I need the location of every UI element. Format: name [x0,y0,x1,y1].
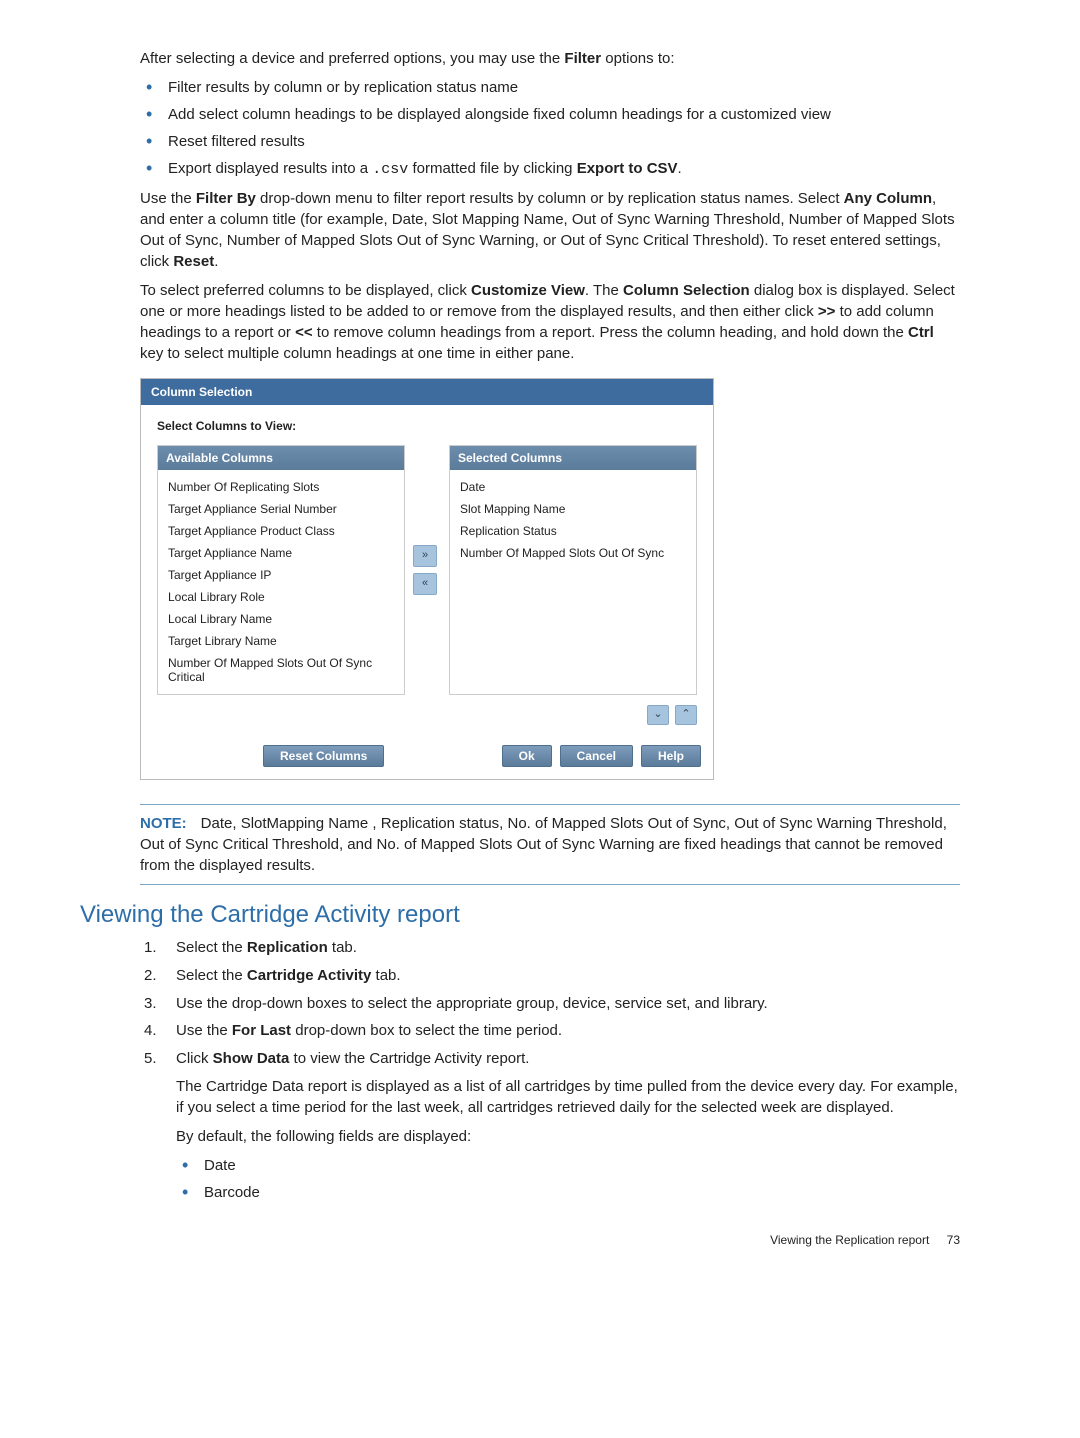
reset-columns-button[interactable]: Reset Columns [263,745,384,767]
list-item-text: Export displayed results into a [168,160,372,177]
list-item-text: formatted file by clicking [408,160,576,177]
reset-label: Reset [173,253,214,270]
available-columns-list[interactable]: Number Of Replicating Slots Target Appli… [158,470,404,694]
intro-tail: options to: [601,50,674,67]
step-description-2: By default, the following fields are dis… [176,1126,960,1147]
selected-columns-header: Selected Columns [450,446,696,470]
section-heading: Viewing the Cartridge Activity report [80,901,1000,929]
footer-text: Viewing the Replication report [770,1233,929,1247]
customize-view-label: Customize View [471,282,585,299]
show-data-label: Show Data [213,1050,290,1067]
text: drop-down menu to filter report results … [256,190,844,207]
list-item: Export displayed results into a .csv for… [140,158,960,180]
list-item-text: Barcode [204,1184,260,1201]
note-label: NOTE: [140,815,187,832]
list-item[interactable]: Date [454,476,692,498]
move-up-button[interactable]: ⌃ [675,705,697,725]
ctrl-key-label: Ctrl [908,324,934,341]
csv-code: .csv [372,161,408,178]
ok-button[interactable]: Ok [502,745,552,767]
column-selection-dialog: Column Selection Select Columns to View:… [140,378,714,780]
add-arrows-label: >> [818,303,836,320]
text: . [214,253,218,270]
text: Select the [176,939,247,956]
note-text: Date, SlotMapping Name , Replication sta… [140,815,947,874]
any-column-label: Any Column [844,190,932,207]
text: Use the [140,190,196,207]
available-columns-header: Available Columns [158,446,404,470]
move-left-button[interactable]: « [413,573,437,595]
replication-tab-label: Replication [247,939,328,956]
list-item-text: Filter results by column or by replicati… [168,79,518,96]
text: key to select multiple column headings a… [140,345,574,362]
intro-filter-word: Filter [564,50,601,67]
list-item[interactable]: Number Of Mapped Slots Out Of Sync Criti… [162,652,400,688]
text: Select the [176,967,247,984]
list-item[interactable]: Replication Status [454,520,692,542]
step-item: Use the For Last drop-down box to select… [140,1020,960,1042]
selected-columns-panel: Selected Columns Date Slot Mapping Name … [449,445,697,695]
text: drop-down box to select the time period. [291,1022,562,1039]
list-item-text: Date [204,1157,236,1174]
list-item: Filter results by column or by replicati… [140,77,960,98]
filter-by-paragraph: Use the Filter By drop-down menu to filt… [140,188,960,272]
list-item[interactable]: Target Appliance Product Class [162,520,400,542]
column-selection-label: Column Selection [623,282,750,299]
cancel-button[interactable]: Cancel [560,745,633,767]
list-item: Add select column headings to be display… [140,104,960,125]
page-footer: Viewing the Replication report 73 [80,1233,960,1247]
page-number: 73 [947,1233,960,1247]
list-item-text: . [678,160,682,177]
step-item: Select the Replication tab. [140,937,960,959]
selected-columns-list[interactable]: Date Slot Mapping Name Replication Statu… [450,470,696,570]
move-right-button[interactable]: » [413,545,437,567]
list-item-text: Reset filtered results [168,133,305,150]
customize-view-paragraph: To select preferred columns to be displa… [140,280,960,364]
default-fields-list: Date Barcode [176,1155,960,1203]
note-separator-top [140,804,960,805]
list-item[interactable]: Slot Mapping Name [454,498,692,520]
list-item[interactable]: Target Library Name [162,630,400,652]
step-item: Click Show Data to view the Cartridge Ac… [140,1048,960,1203]
step-item: Select the Cartridge Activity tab. [140,965,960,987]
text: . The [585,282,623,299]
text: Use the [176,1022,232,1039]
text: to view the Cartridge Activity report. [289,1050,529,1067]
available-columns-panel: Available Columns Number Of Replicating … [157,445,405,695]
step-description: The Cartridge Data report is displayed a… [176,1076,960,1118]
note-separator-bottom [140,884,960,885]
step-item: Use the drop-down boxes to select the ap… [140,993,960,1015]
filter-by-label: Filter By [196,190,256,207]
list-item-text: Add select column headings to be display… [168,106,831,123]
steps-list: Select the Replication tab. Select the C… [140,937,960,1203]
list-item[interactable]: Number Of Mapped Slots Out Of Sync [454,542,692,564]
for-last-label: For Last [232,1022,291,1039]
help-button[interactable]: Help [641,745,701,767]
list-item[interactable]: Target Appliance Name [162,542,400,564]
text: Click [176,1050,213,1067]
text: to remove column headings from a report.… [313,324,908,341]
export-to-csv-label: Export to CSV [577,160,678,177]
text: Use the drop-down boxes to select the ap… [176,995,768,1012]
move-down-button[interactable]: ⌄ [647,705,669,725]
filter-options-list: Filter results by column or by replicati… [140,77,960,180]
note-paragraph: NOTE:Date, SlotMapping Name , Replicatio… [140,813,960,876]
list-item[interactable]: Target Appliance IP [162,564,400,586]
list-item: Barcode [176,1182,960,1203]
list-item[interactable]: Number Of Replicating Slots [162,476,400,498]
cartridge-activity-tab-label: Cartridge Activity [247,967,371,984]
text: To select preferred columns to be displa… [140,282,471,299]
remove-arrows-label: << [295,324,313,341]
list-item[interactable]: Local Library Role [162,586,400,608]
intro-paragraph: After selecting a device and preferred o… [140,48,960,69]
list-item: Date [176,1155,960,1176]
list-item[interactable]: Local Library Name [162,608,400,630]
list-item: Reset filtered results [140,131,960,152]
list-item[interactable]: Target Appliance Serial Number [162,498,400,520]
dialog-title: Column Selection [141,379,713,405]
text: tab. [371,967,400,984]
intro-text: After selecting a device and preferred o… [140,50,564,67]
dialog-subtitle: Select Columns to View: [157,419,697,433]
text: tab. [328,939,357,956]
